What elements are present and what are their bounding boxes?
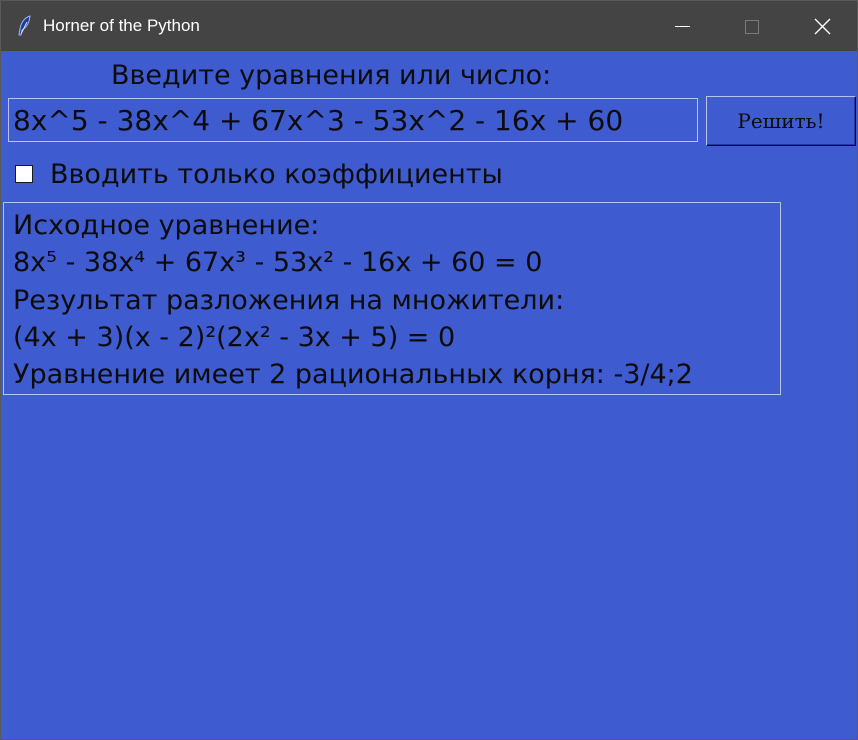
feather-icon (15, 15, 35, 37)
coefficients-only-label[interactable]: Вводить только коэффициенты (50, 158, 503, 192)
roots-summary: Уравнение имеет 2 рациональных корня: -3… (13, 359, 693, 390)
solve-button[interactable]: Решить! (706, 96, 856, 146)
factored-equation: (4x + 3)(x - 2)²(2x² - 3x + 5) = 0 (13, 322, 456, 353)
result-panel: Исходное уравнение: 8x⁵ - 38x⁴ + 67x³ - … (3, 202, 781, 395)
result-heading-original: Исходное уравнение: (13, 210, 320, 241)
close-button[interactable] (787, 1, 857, 51)
original-equation: 8x⁵ - 38x⁴ + 67x³ - 53x² - 16x + 60 = 0 (13, 247, 543, 278)
title-bar[interactable]: Horner of the Python (1, 1, 857, 51)
result-heading-factorization: Результат разложения на множители: (13, 285, 565, 316)
minimize-button[interactable] (648, 1, 718, 51)
main-panel: Введите уравнения или число: Решить! Вво… (1, 51, 857, 739)
maximize-button[interactable] (717, 1, 787, 51)
coefficients-only-checkbox[interactable] (15, 165, 33, 183)
equation-input[interactable] (8, 98, 698, 142)
prompt-label: Введите уравнения или число: (111, 60, 552, 91)
window-title: Horner of the Python (43, 16, 200, 35)
app-window: Horner of the Python Введите уравнения и… (0, 0, 858, 740)
